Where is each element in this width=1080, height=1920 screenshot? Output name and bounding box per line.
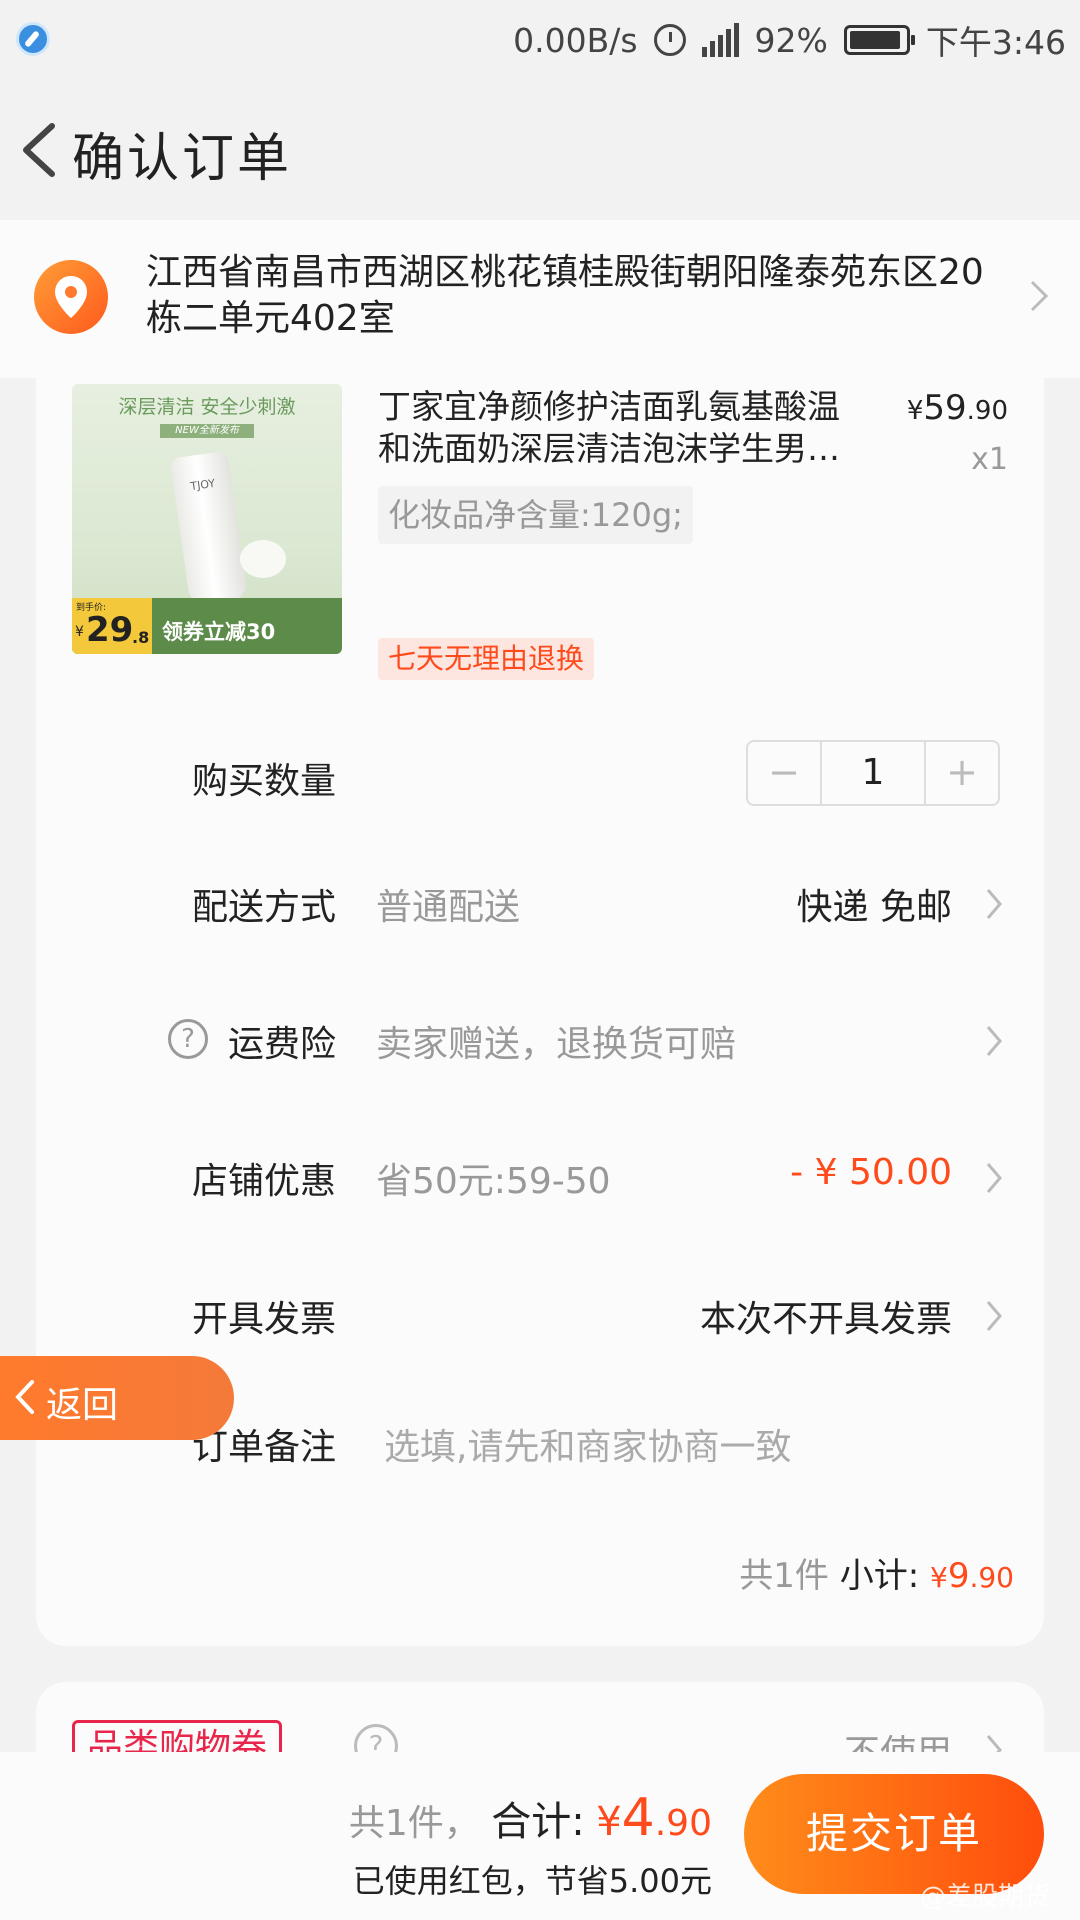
- store-discount-row[interactable]: 店铺优惠 省50元:59-50 - ¥ 50.00: [36, 1136, 1044, 1216]
- order-note-input[interactable]: 选填,请先和商家协商一致: [384, 1418, 791, 1470]
- quantity-input[interactable]: 1: [820, 742, 926, 804]
- clock: 下午3:46: [925, 23, 1066, 62]
- battery-icon: [843, 25, 915, 55]
- chevron-right-icon: [1030, 280, 1049, 312]
- image-price-tag: 到手价: ¥ 29 .8: [72, 598, 152, 654]
- return-policy-badge: 七天无理由退换: [378, 638, 595, 680]
- header-bar: 确认订单: [0, 80, 1080, 220]
- chevron-right-icon: [986, 889, 1002, 919]
- insurance-label: 运费险: [227, 1024, 336, 1065]
- total-line: 共1件， 合计: ¥4.90: [349, 1788, 712, 1848]
- delivery-row[interactable]: 配送方式 普通配送 快递 免邮: [36, 862, 1044, 942]
- invoice-row[interactable]: 开具发票 本次不开具发票: [36, 1274, 1044, 1354]
- signal-icon: [701, 23, 739, 57]
- total-label: 合计:: [491, 1799, 585, 1845]
- product-price: ¥59.90: [906, 388, 1008, 428]
- savings-text: 已使用红包，节省5.00元: [352, 1862, 712, 1900]
- return-label: 返回: [46, 1385, 119, 1426]
- total-price: ¥4.90: [596, 1788, 712, 1848]
- network-speed: 0.00B/s: [513, 20, 638, 60]
- status-bar: 0.00B/s 92% 下午3:46: [0, 0, 1080, 80]
- help-icon[interactable]: ?: [168, 1019, 208, 1059]
- discount-info: 省50元:59-50: [376, 1161, 611, 1202]
- invoice-label: 开具发票: [191, 1299, 336, 1340]
- image-coupon-text: 领券立减30: [162, 620, 276, 644]
- chevron-right-icon: [986, 1163, 1002, 1193]
- product-tube-graphic: [169, 450, 249, 608]
- subtotal: 共1件 小计: ¥9.90: [739, 1548, 1014, 1597]
- location-pin-icon: [34, 260, 108, 334]
- chevron-right-icon: [986, 1026, 1002, 1056]
- quantity-label: 购买数量: [191, 761, 336, 802]
- subtotal-count: 共1件: [739, 1556, 829, 1596]
- decrement-button[interactable]: −: [748, 742, 820, 804]
- delivery-method: 普通配送: [376, 887, 521, 928]
- product-quantity: x1: [971, 442, 1008, 477]
- browser-app-icon: [16, 22, 50, 56]
- subtotal-price: ¥9.90: [930, 1556, 1014, 1596]
- image-badge: NEW全新发布: [160, 424, 254, 438]
- alarm-icon: [653, 24, 686, 56]
- back-arrow-icon[interactable]: [14, 118, 74, 182]
- status-indicators: 0.00B/s 92% 下午3:46: [513, 18, 1066, 63]
- address-text: 江西省南昌市西湖区桃花镇桂殿街朝阳隆泰苑东区20栋二单元402室: [146, 252, 984, 339]
- floating-return-button[interactable]: 返回: [0, 1356, 234, 1440]
- checkout-bar: 共1件， 合计: ¥4.90 已使用红包，节省5.00元 提交订单 @差股期货: [0, 1752, 1080, 1920]
- watermark: @差股期货: [919, 1882, 1050, 1912]
- discount-value: - ¥ 50.00: [790, 1152, 952, 1193]
- battery-percent: 92%: [754, 20, 828, 60]
- order-card: 深层清洁 安全少刺激 NEW全新发布 到手价: ¥ 29 .8 领券立减30 丁…: [36, 378, 1044, 1646]
- product-spec: 化妆品净含量:120g;: [378, 486, 693, 544]
- image-headline: 深层清洁 安全少刺激: [118, 396, 296, 418]
- shipping-insurance-row[interactable]: ? 运费险 卖家赠送，退换货可赔: [36, 999, 1044, 1079]
- subtotal-label: 小计:: [839, 1556, 920, 1596]
- insurance-info: 卖家赠送，退换货可赔: [376, 1024, 737, 1065]
- quantity-stepper: − 1 +: [746, 740, 1000, 806]
- page-title: 确认订单: [72, 129, 293, 189]
- invoice-value: 本次不开具发票: [699, 1299, 952, 1340]
- chevron-left-icon: [15, 1380, 34, 1414]
- increment-button[interactable]: +: [926, 742, 998, 804]
- chevron-right-icon: [986, 1301, 1002, 1331]
- total-count: 共1件，: [348, 1803, 480, 1844]
- discount-label: 店铺优惠: [191, 1161, 336, 1202]
- foam-graphic: [240, 540, 286, 578]
- product-image[interactable]: 深层清洁 安全少刺激 NEW全新发布 到手价: ¥ 29 .8 领券立减30: [72, 384, 342, 654]
- delivery-label: 配送方式: [191, 887, 336, 928]
- delivery-value: 快递 免邮: [796, 887, 952, 928]
- quantity-row: 购买数量 − 1 +: [36, 736, 1044, 816]
- address-section[interactable]: 江西省南昌市西湖区桃花镇桂殿街朝阳隆泰苑东区20栋二单元402室: [0, 220, 1080, 378]
- product-title[interactable]: 丁家宜净颜修护洁面乳氨基酸温和洗面奶深层清洁泡沫学生男女士: [378, 386, 848, 470]
